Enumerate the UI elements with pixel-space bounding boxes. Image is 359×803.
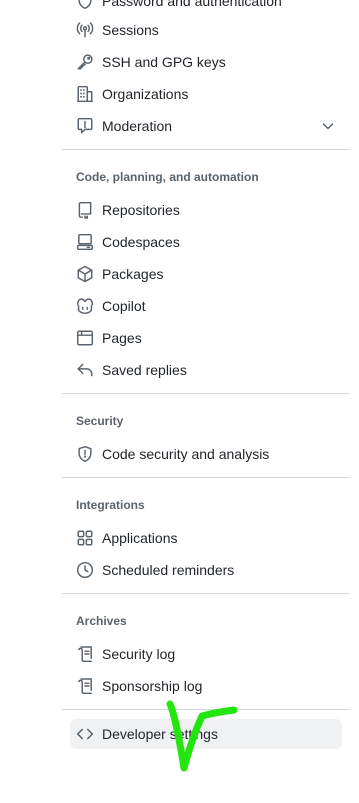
report-icon xyxy=(76,117,94,135)
sidebar-item-label: Moderation xyxy=(102,118,173,134)
sidebar-item-pages[interactable]: Pages xyxy=(70,323,342,353)
divider xyxy=(62,709,350,710)
sidebar-item-organizations[interactable]: Organizations xyxy=(70,79,342,109)
code-icon xyxy=(76,725,94,743)
sidebar-item-code-security[interactable]: Code security and analysis xyxy=(70,439,342,469)
sidebar-item-label: Pages xyxy=(102,330,142,346)
section-header: Archives xyxy=(76,614,127,628)
sidebar-item-password-authentication[interactable]: Password and authentication xyxy=(70,0,342,16)
sidebar-item-label: Organizations xyxy=(102,86,189,102)
sidebar-item-label: SSH and GPG keys xyxy=(102,54,226,70)
sidebar-item-applications[interactable]: Applications xyxy=(70,523,342,553)
repo-icon xyxy=(76,201,94,219)
apps-icon xyxy=(76,529,94,547)
clock-icon xyxy=(76,561,94,579)
sidebar-item-label: Security log xyxy=(102,646,176,662)
sidebar-item-label: Repositories xyxy=(102,202,180,218)
codespaces-icon xyxy=(76,233,94,251)
sidebar-item-label: Packages xyxy=(102,266,164,282)
browser-icon xyxy=(76,329,94,347)
sidebar-item-ssh-gpg-keys[interactable]: SSH and GPG keys xyxy=(70,47,342,77)
sidebar-item-sponsorship-log[interactable]: Sponsorship log xyxy=(70,671,342,701)
copilot-icon xyxy=(76,297,94,315)
sidebar-item-label: Scheduled reminders xyxy=(102,562,235,578)
organization-icon xyxy=(76,85,94,103)
log-icon xyxy=(76,645,94,663)
divider xyxy=(62,477,350,478)
section-header: Security xyxy=(76,414,124,428)
shield-icon xyxy=(76,445,94,463)
sidebar-item-label: Developer settings xyxy=(102,726,218,742)
sidebar-item-packages[interactable]: Packages xyxy=(70,259,342,289)
sidebar-item-security-log[interactable]: Security log xyxy=(70,639,342,669)
broadcast-icon xyxy=(76,21,94,39)
divider xyxy=(62,149,350,150)
sidebar-item-label: Sponsorship log xyxy=(102,678,203,694)
sidebar-item-label: Code security and analysis xyxy=(102,446,270,462)
sidebar-item-label: Password and authentication xyxy=(102,0,282,9)
sidebar-item-repositories[interactable]: Repositories xyxy=(70,195,342,225)
sidebar-item-moderation[interactable]: Moderation xyxy=(70,111,342,141)
package-icon xyxy=(76,265,94,283)
sidebar-item-label: Saved replies xyxy=(102,362,187,378)
section-header: Integrations xyxy=(76,498,145,512)
sidebar-item-sessions[interactable]: Sessions xyxy=(70,15,342,45)
divider xyxy=(62,393,350,394)
sidebar-item-saved-replies[interactable]: Saved replies xyxy=(70,355,342,385)
section-header: Code, planning, and automation xyxy=(76,170,259,184)
sidebar-item-scheduled-reminders[interactable]: Scheduled reminders xyxy=(70,555,342,585)
reply-icon xyxy=(76,361,94,379)
sidebar-item-label: Applications xyxy=(102,530,178,546)
divider xyxy=(62,593,350,594)
shield-lock-icon xyxy=(76,0,94,10)
sidebar-item-label: Copilot xyxy=(102,298,146,314)
sidebar-item-label: Sessions xyxy=(102,22,159,38)
log-icon xyxy=(76,677,94,695)
key-icon xyxy=(76,53,94,71)
sidebar-item-developer-settings[interactable]: Developer settings xyxy=(70,719,342,749)
sidebar-item-codespaces[interactable]: Codespaces xyxy=(70,227,342,257)
sidebar-item-label: Codespaces xyxy=(102,234,180,250)
chevron-down-icon[interactable] xyxy=(320,118,336,134)
sidebar-item-copilot[interactable]: Copilot xyxy=(70,291,342,321)
